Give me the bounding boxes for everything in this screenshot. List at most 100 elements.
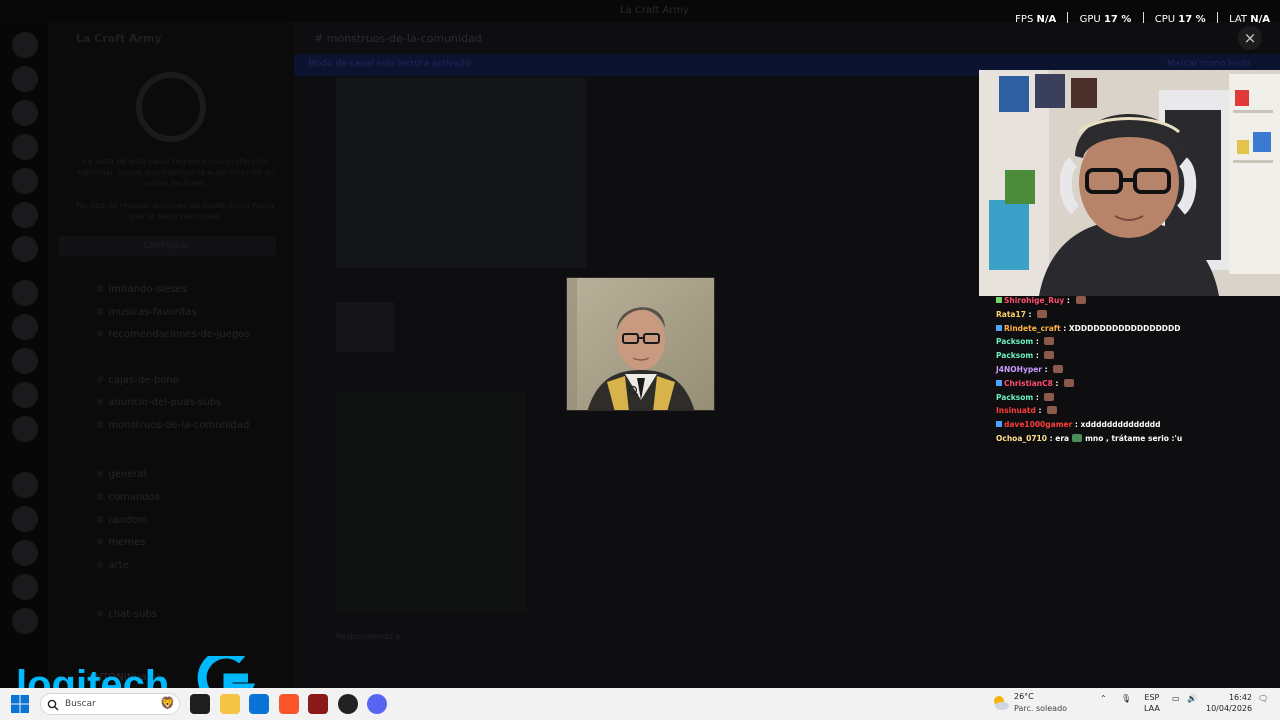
server-icon[interactable] <box>12 32 38 58</box>
channel-item[interactable]: # musicas-favoritas <box>96 307 197 318</box>
time: 16:42 <box>1228 693 1252 702</box>
server-icon[interactable] <box>12 540 38 566</box>
server-icon[interactable] <box>12 100 38 126</box>
chat-message: Rindete_craft : XDDDDDDDDDDDDDDDDD <box>996 322 1276 336</box>
chat-emote-icon <box>1053 364 1064 373</box>
chat-username: dave1000gamer <box>1004 420 1073 430</box>
chat-text: mno , trátame serio :'u <box>1085 433 1183 443</box>
channel-item[interactable]: # monstruos-de-la-comunidad <box>96 420 249 431</box>
reply-hint: Respondiendo a ... <box>336 632 411 641</box>
channel-item[interactable]: # anuncio-del-puas-subs <box>96 397 221 408</box>
channel-item[interactable]: # chat-subs <box>96 609 157 620</box>
server-icon[interactable] <box>12 280 38 306</box>
chat-text: era <box>1055 433 1070 443</box>
notification-icon[interactable]: 🗨 <box>1258 694 1268 703</box>
windows-start-icon[interactable] <box>10 694 30 714</box>
channel-name: recomendaciones-de-juegos <box>108 329 250 340</box>
search-label: Buscar <box>65 699 96 709</box>
channel-name: anuncio-del-puas-subs <box>108 397 222 408</box>
cpu-value: 17 % <box>1178 14 1206 25</box>
chat-badge-icon <box>996 297 1002 303</box>
server-icon[interactable] <box>12 574 38 600</box>
message-thumbnail[interactable] <box>336 302 394 352</box>
fps-value: N/A <box>1036 14 1057 25</box>
weather-condition: Parc. soleado <box>1014 704 1068 713</box>
server-icon[interactable] <box>12 416 38 442</box>
chat-username: Packsom <box>996 351 1034 361</box>
server-icon[interactable] <box>12 314 38 340</box>
window-title: La Craft Army <box>620 5 689 16</box>
voicemeeter-icon[interactable] <box>308 694 328 714</box>
server-icon[interactable] <box>12 66 38 92</box>
chat-username: Rata17 <box>996 309 1026 319</box>
channel-item[interactable]: # random <box>96 515 147 526</box>
chat-message: ChristianC8 : <box>996 377 1276 391</box>
task-view-icon[interactable] <box>190 694 210 714</box>
channel-name: random <box>108 515 148 526</box>
microphone-icon[interactable]: 🎙 <box>1121 694 1131 703</box>
server-icon[interactable] <box>12 168 38 194</box>
discord-icon[interactable] <box>367 694 387 714</box>
server-icon[interactable] <box>12 608 38 634</box>
language-indicator[interactable]: ESP LAA <box>1144 692 1160 714</box>
clock[interactable]: 16:42 10/04/2026 <box>1206 692 1252 714</box>
lightbox-image[interactable] <box>566 277 715 411</box>
lang-layout: LAA <box>1144 704 1160 713</box>
channel-item[interactable]: # arte <box>96 560 129 571</box>
chat-text: XDDDDDDDDDDDDDDDDD <box>1068 323 1181 333</box>
app-icon[interactable] <box>249 694 269 714</box>
guild-name[interactable]: La Craft Army <box>76 32 162 45</box>
close-icon[interactable]: × <box>1238 26 1262 50</box>
channel-header: # monstruos-de-la-comunidad <box>314 32 482 45</box>
server-list <box>0 22 48 688</box>
chat-message: Ochoa_0710 : era mno , trátame serio :'u <box>996 433 1183 443</box>
chat-emote-icon <box>1044 337 1055 346</box>
mfa-setup-button[interactable]: Configurar <box>58 236 276 256</box>
brave-icon[interactable] <box>279 694 299 714</box>
hash-icon: # <box>96 492 105 503</box>
server-icon[interactable] <box>12 382 38 408</box>
chat-emote-icon <box>1047 406 1058 415</box>
obs-icon[interactable] <box>338 694 358 714</box>
fps-label: FPS <box>1015 14 1034 25</box>
server-icon[interactable] <box>12 506 38 532</box>
channel-name: monstruos-de-la-comunidad <box>108 420 250 431</box>
chat-message: Packsom : <box>996 335 1276 349</box>
server-icon[interactable] <box>12 472 38 498</box>
channel-item[interactable]: # recomendaciones-de-juegos <box>96 329 250 340</box>
server-icon[interactable] <box>12 348 38 374</box>
screen: La Craft Army La Craft Army La vista de … <box>0 0 1280 688</box>
chat-emote-icon <box>1064 378 1075 387</box>
lang-code: ESP <box>1144 693 1160 702</box>
chat-text: xdddddddddddddd <box>1080 420 1161 430</box>
weather-icon <box>994 696 1009 710</box>
mark-read-button[interactable]: Marcar como leído <box>1167 59 1250 69</box>
message-image[interactable] <box>336 392 526 612</box>
volume-icon[interactable]: 🔊 <box>1187 694 1197 703</box>
message-image[interactable] <box>336 78 586 268</box>
channel-item[interactable]: # general <box>96 469 146 480</box>
channel-item[interactable]: # comandos <box>96 492 160 503</box>
cpu-label: CPU <box>1154 14 1176 25</box>
notice-text: Modo de canal solo lectura activado <box>308 59 471 69</box>
file-explorer-icon[interactable] <box>220 694 240 714</box>
performance-overlay: FPS N/A GPU 17 % CPU 17 % LAT N/A <box>1015 12 1270 25</box>
chat-emote-icon <box>1037 309 1048 318</box>
server-icon[interactable] <box>12 202 38 228</box>
channel-sidebar: La Craft Army La vista de este canal req… <box>48 22 294 688</box>
channel-name: imitando-sieses <box>108 284 188 295</box>
taskbar-search[interactable]: Buscar 🦁 <box>40 693 180 715</box>
svg-text:logitech: logitech <box>16 663 169 688</box>
chevron-up-icon[interactable]: ⌃ <box>1100 694 1107 703</box>
chat-username: Shirohige_Ruy <box>1004 296 1065 305</box>
channel-item[interactable]: # memes <box>96 537 145 548</box>
chat-emote-icon <box>1075 296 1086 304</box>
server-icon[interactable] <box>12 236 38 262</box>
channel-item[interactable]: # imitando-sieses <box>96 284 187 295</box>
chat-username: Insinuatd <box>996 406 1036 416</box>
search-icon <box>47 699 59 711</box>
server-icon[interactable] <box>12 134 38 160</box>
hash-icon: # <box>314 32 327 45</box>
network-icon[interactable]: ▭ <box>1172 694 1180 703</box>
channel-item[interactable]: # cajas-de-bono <box>96 375 179 386</box>
